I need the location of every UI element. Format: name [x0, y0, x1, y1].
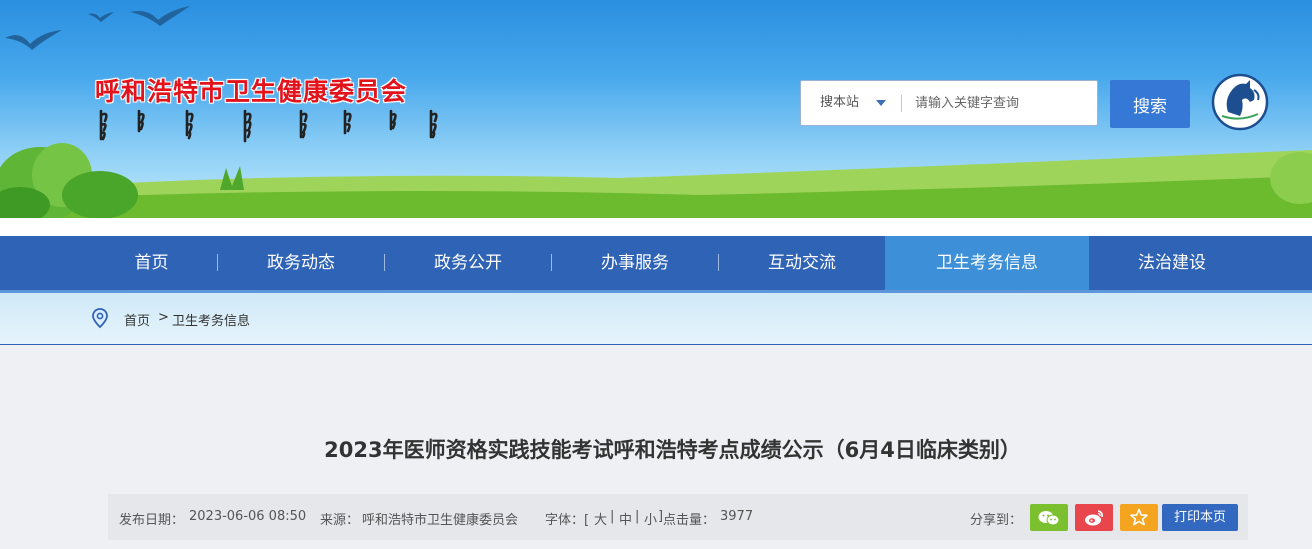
nav-item-government-news[interactable]: 政务动态: [218, 236, 384, 290]
header-banner: 呼和浩特市卫生健康委员会 搜本站 搜索: [0, 0, 1312, 218]
share-weibo-button[interactable]: [1075, 504, 1113, 531]
nav-item-government-disclosure[interactable]: 政务公开: [385, 236, 551, 290]
horse-emblem-icon: [1211, 73, 1269, 131]
weibo-icon: [1085, 510, 1103, 526]
font-size-large-link[interactable]: 大: [594, 509, 607, 528]
mongolian-script-logotype: [99, 109, 438, 143]
nav-top-spacer: [0, 218, 1312, 236]
search-input[interactable]: [909, 87, 1101, 119]
search-box: 搜本站: [800, 80, 1101, 126]
location-pin-icon: [92, 308, 108, 329]
breadcrumb-separator: >: [158, 310, 169, 325]
source-value: 呼和浩特市卫生健康委员会: [362, 513, 519, 528]
breadcrumb-home[interactable]: 首页: [124, 310, 150, 329]
font-size-divider: |: [610, 509, 615, 524]
star-icon: [1130, 508, 1148, 526]
views-label: 点击量：: [663, 513, 716, 528]
article-title: 2023年医师资格实践技能考试呼和浩特考点成绩公示（6月4日临床类别）: [324, 438, 1021, 462]
chevron-down-icon: [876, 100, 886, 106]
publish-date: 2023-06-06 08:50: [189, 509, 307, 524]
breadcrumb: 首页 > 卫生考务信息: [0, 293, 1312, 345]
share-label: 分享到：: [970, 513, 1023, 528]
font-size-small-link[interactable]: 小: [644, 509, 657, 528]
add-favorite-button[interactable]: [1120, 504, 1158, 531]
font-size-divider: |: [635, 509, 640, 524]
nav-item-interaction[interactable]: 互动交流: [719, 236, 885, 290]
search-scope-select[interactable]: 搜本站: [801, 81, 901, 125]
nav-item-services[interactable]: 办事服务: [552, 236, 718, 290]
font-size-medium-link[interactable]: 中: [619, 509, 632, 528]
search-button[interactable]: 搜索: [1110, 80, 1190, 128]
main-nav: 首页 政务动态 政务公开 办事服务 互动交流 卫生考务信息 法治建设: [0, 236, 1312, 293]
search-scope-label: 搜本站: [820, 95, 860, 110]
font-size-label: 字体：[: [545, 513, 590, 528]
divider: [901, 95, 902, 112]
wechat-icon: [1038, 511, 1060, 526]
print-page-button[interactable]: 打印本页: [1162, 504, 1238, 531]
nav-item-health-exam-info[interactable]: 卫生考务信息: [885, 236, 1089, 290]
source-label: 来源：: [320, 513, 360, 528]
publish-date-label: 发布日期：: [119, 513, 185, 528]
share-wechat-button[interactable]: [1030, 504, 1068, 531]
nav-item-rule-of-law[interactable]: 法治建设: [1089, 236, 1255, 290]
views-count: 3977: [720, 509, 754, 524]
article-meta-bar: 发布日期： 2023-06-06 08:50 来源： 呼和浩特市卫生健康委员会 …: [108, 494, 1248, 540]
breadcrumb-current[interactable]: 卫生考务信息: [172, 310, 250, 329]
nav-item-home[interactable]: 首页: [85, 236, 218, 290]
